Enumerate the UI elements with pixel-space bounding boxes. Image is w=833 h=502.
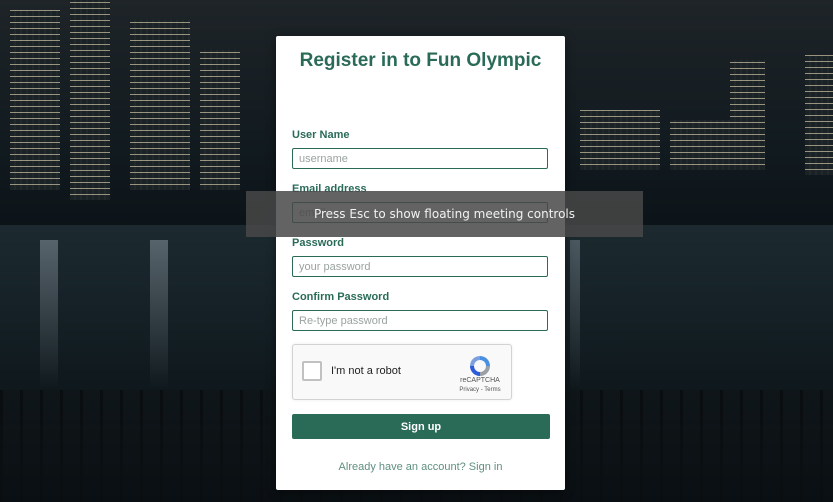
recaptcha-widget: I'm not a robot reCAPTCHA Privacy - Term… — [292, 344, 512, 400]
background-building — [805, 55, 833, 175]
recaptcha-checkbox[interactable] — [302, 361, 322, 381]
username-label: User Name — [292, 129, 350, 141]
username-input[interactable] — [292, 148, 548, 169]
recaptcha-brand: reCAPTCHA — [460, 377, 500, 384]
background-building — [730, 60, 765, 170]
register-card: Register in to Fun Olympic User Name Ema… — [276, 36, 565, 490]
background-building — [580, 110, 660, 170]
confirm-password-label: Confirm Password — [292, 291, 390, 303]
form-title: Register in to Fun Olympic — [299, 50, 542, 71]
background-building — [10, 10, 60, 190]
recaptcha-icon — [470, 356, 490, 376]
password-label: Password — [292, 237, 344, 249]
signin-link[interactable]: Already have an account? Sign in — [276, 461, 565, 473]
confirm-password-input[interactable] — [292, 310, 548, 331]
recaptcha-checkbox-label: I'm not a robot — [331, 365, 401, 377]
background-building — [70, 0, 110, 200]
background-building — [670, 120, 730, 170]
light-reflection — [570, 240, 580, 390]
meeting-controls-toast: Press Esc to show floating meeting contr… — [246, 191, 643, 237]
password-input[interactable] — [292, 256, 548, 277]
light-reflection — [150, 240, 168, 390]
background-building — [130, 20, 190, 190]
background-building — [200, 50, 240, 190]
signup-button[interactable]: Sign up — [292, 414, 550, 439]
recaptcha-privacy-terms[interactable]: Privacy - Terms — [456, 387, 504, 393]
light-reflection — [40, 240, 58, 390]
